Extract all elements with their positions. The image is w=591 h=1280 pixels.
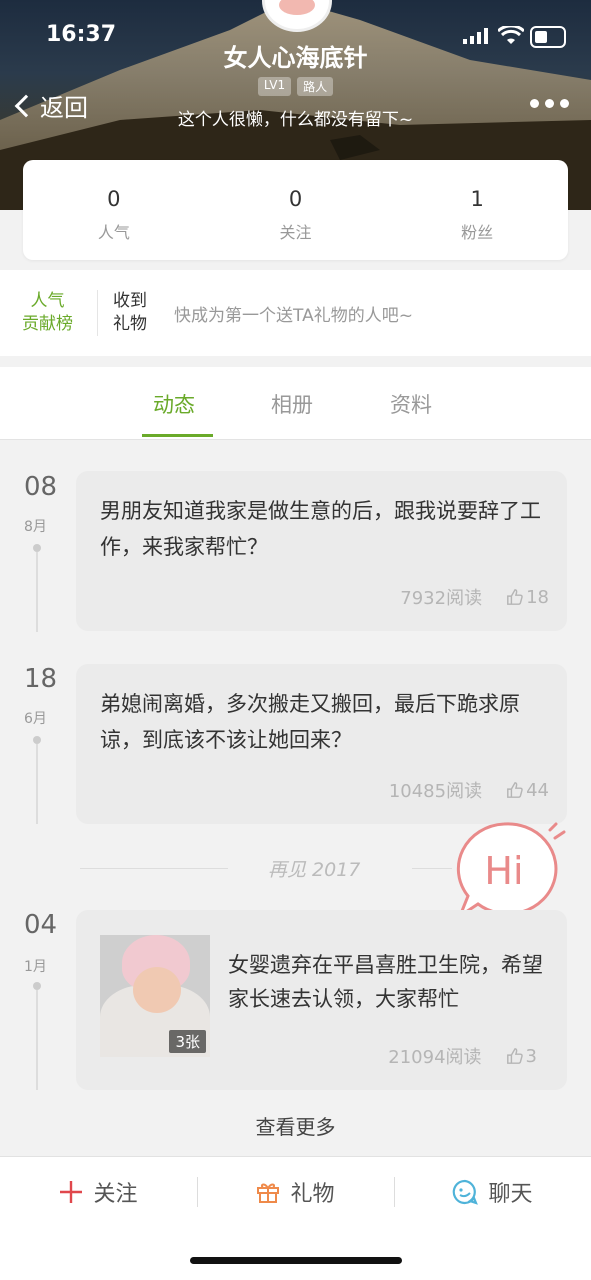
feed-list: 08 8月 男朋友知道我家是做生意的后，跟我说要辞了工作，来我家帮忙？ 7932… bbox=[0, 440, 591, 1156]
gift-icon bbox=[257, 1183, 280, 1203]
badges: LV1 路人 bbox=[0, 77, 591, 96]
photo-face bbox=[133, 967, 181, 1013]
chat-icon bbox=[453, 1179, 479, 1205]
chat-button[interactable]: 聊天 bbox=[394, 1157, 591, 1227]
gift-hint: 快成为第一个送TA礼物的人吧~ bbox=[174, 306, 413, 326]
tab-album[interactable]: 相册 bbox=[271, 389, 313, 419]
like-button[interactable]: 3 bbox=[506, 1046, 537, 1067]
post-day: 08 bbox=[24, 472, 58, 502]
post-card[interactable]: 弟媳闹离婚，多次搬走又搬回，最后下跪求原谅，到底该不该让她回来？ 10485阅读… bbox=[76, 664, 567, 824]
timeline-line bbox=[36, 990, 38, 1090]
follow-label: 关注 bbox=[93, 1182, 138, 1207]
divider bbox=[97, 290, 98, 336]
received-line2: 礼物 bbox=[113, 314, 147, 334]
chat-label: 聊天 bbox=[488, 1182, 533, 1207]
stat-label: 关注 bbox=[279, 223, 312, 242]
like-count: 18 bbox=[526, 586, 549, 608]
post-card[interactable]: 3张 女婴遗弃在平昌喜胜卫生院，希望家长速去认领，大家帮忙 21094阅读 3 bbox=[76, 910, 567, 1090]
tab-bar: 动态 相册 资料 bbox=[0, 367, 591, 440]
post-text: 男朋友知道我家是做生意的后，跟我说要辞了工作，来我家帮忙？ bbox=[100, 499, 541, 559]
thumbs-up-icon bbox=[507, 782, 523, 798]
post-meta: 7932阅读 18 bbox=[400, 584, 549, 610]
like-count: 3 bbox=[525, 1045, 537, 1067]
stat-value: 0 bbox=[107, 187, 121, 211]
received-line1: 收到 bbox=[113, 291, 147, 311]
post-month: 6月 bbox=[24, 711, 47, 727]
post-card[interactable]: 男朋友知道我家是做生意的后，跟我说要辞了工作，来我家帮忙？ 7932阅读 18 bbox=[76, 471, 567, 631]
gift-button[interactable]: 礼物 bbox=[197, 1157, 394, 1227]
divider-line bbox=[80, 868, 228, 869]
username: 女人心海底针 bbox=[223, 44, 368, 72]
post-meta: 21094阅读 3 bbox=[388, 1043, 537, 1069]
timeline-line bbox=[36, 552, 38, 632]
back-button[interactable]: 返回 bbox=[12, 88, 88, 123]
contribution-rank-link[interactable]: 人气 贡献榜 bbox=[22, 290, 73, 336]
post-day: 18 bbox=[24, 664, 58, 694]
post-day: 04 bbox=[24, 910, 58, 940]
divider-line bbox=[412, 868, 452, 869]
rank-label-line2: 贡献榜 bbox=[22, 314, 73, 334]
received-gifts-label: 收到 礼物 bbox=[113, 290, 147, 336]
more-dot-icon bbox=[545, 99, 554, 108]
stat-popularity[interactable]: 0 人气 bbox=[23, 160, 205, 260]
stat-label: 人气 bbox=[97, 223, 130, 242]
gift-rank-row[interactable]: 人气 贡献榜 收到 礼物 快成为第一个送TA礼物的人吧~ bbox=[0, 270, 591, 356]
photo-count-badge: 3张 bbox=[169, 1030, 206, 1053]
back-label: 返回 bbox=[40, 94, 88, 122]
hi-text: Hi bbox=[484, 849, 523, 893]
tab-profile-info[interactable]: 资料 bbox=[390, 389, 432, 419]
follow-button[interactable]: 关注 bbox=[0, 1157, 197, 1227]
thumbs-up-icon bbox=[507, 589, 523, 605]
stat-label: 粉丝 bbox=[461, 223, 494, 242]
home-indicator[interactable] bbox=[190, 1257, 402, 1264]
read-count: 10485阅读 bbox=[388, 781, 483, 802]
see-more-button[interactable]: 查看更多 bbox=[0, 1111, 591, 1140]
stat-value: 1 bbox=[470, 187, 484, 211]
like-count: 44 bbox=[526, 779, 549, 801]
post-meta: 10485阅读 44 bbox=[389, 777, 549, 803]
stats-card: 0 人气 0 关注 1 粉丝 bbox=[23, 160, 568, 260]
plus-icon bbox=[60, 1181, 83, 1203]
action-bar: 关注 礼物 聊天 bbox=[0, 1156, 591, 1227]
stat-value: 0 bbox=[288, 187, 303, 211]
hi-greeting-bubble[interactable]: Hi bbox=[452, 820, 570, 920]
like-button[interactable]: 44 bbox=[506, 780, 549, 801]
rank-label-line1: 人气 bbox=[30, 291, 65, 311]
post-month: 8月 bbox=[24, 519, 47, 535]
more-dot-icon bbox=[560, 99, 569, 108]
level-badge: LV1 bbox=[257, 77, 292, 96]
post-text: 弟媳闹离婚，多次搬走又搬回，最后下跪求原谅，到底该不该让她回来？ bbox=[100, 692, 520, 752]
role-badge: 路人 bbox=[297, 77, 334, 96]
read-count: 21094阅读 bbox=[388, 1047, 482, 1068]
timeline-dot bbox=[33, 736, 41, 744]
timeline-dot bbox=[33, 982, 41, 990]
like-button[interactable]: 18 bbox=[506, 587, 549, 608]
stat-fans[interactable]: 1 粉丝 bbox=[386, 160, 568, 260]
year-divider-text: 再见 2017 bbox=[268, 859, 361, 881]
bio: 这个人很懒，什么都没有留下~ bbox=[177, 110, 414, 130]
chevron-left-icon bbox=[14, 94, 38, 117]
tab-indicator bbox=[142, 434, 213, 437]
more-dot-icon bbox=[530, 99, 539, 108]
stat-following[interactable]: 0 关注 bbox=[205, 160, 387, 260]
timeline-dot bbox=[33, 544, 41, 552]
tab-feed[interactable]: 动态 bbox=[153, 389, 195, 419]
read-count: 7932阅读 bbox=[400, 588, 483, 609]
timeline-line bbox=[36, 744, 38, 824]
post-photo[interactable]: 3张 bbox=[100, 935, 210, 1057]
thumbs-up-icon bbox=[506, 1048, 523, 1064]
post-text: 女婴遗弃在平昌喜胜卫生院，希望家长速去认领，大家帮忙 bbox=[228, 953, 543, 1011]
gift-label: 礼物 bbox=[290, 1182, 335, 1207]
post-month: 1月 bbox=[24, 959, 47, 975]
home-indicator-area bbox=[0, 1226, 591, 1280]
more-options-button[interactable] bbox=[530, 99, 569, 108]
